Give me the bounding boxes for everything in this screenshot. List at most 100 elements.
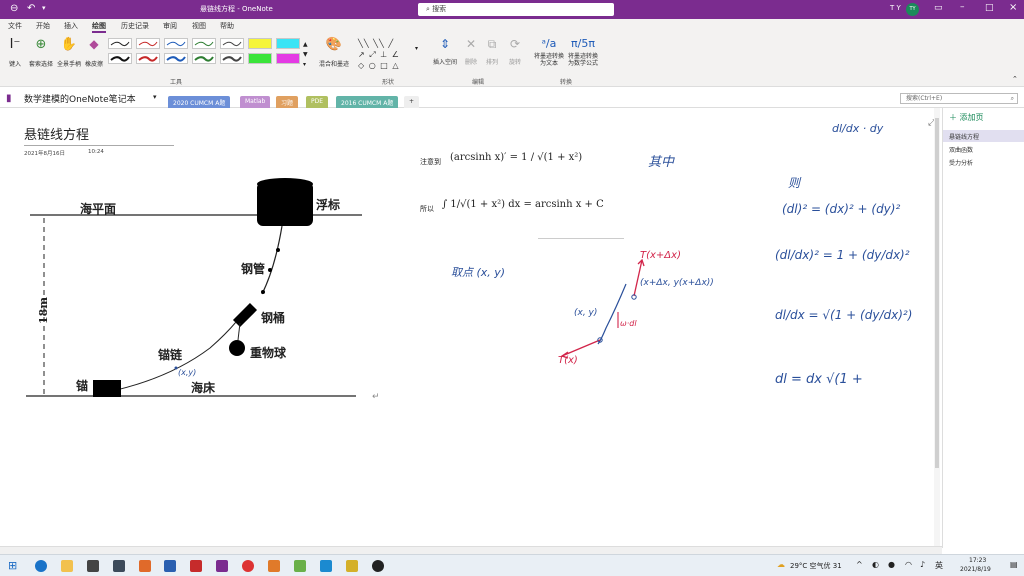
pens-scroll-up-icon[interactable]: ▲ — [303, 41, 308, 48]
ime-icon[interactable]: 英 — [935, 560, 943, 571]
minimize-icon[interactable]: – — [960, 2, 965, 12]
ribbon-display-icon[interactable]: ▭ — [934, 3, 943, 13]
page-item-hyperbolic[interactable]: 双曲函数 — [943, 143, 1024, 155]
ink-to-text-button[interactable]: ᵃ/a 将墨迹转换为文本 — [533, 37, 565, 73]
pen-red-2[interactable] — [136, 53, 160, 64]
ink-mix-button[interactable]: 🎨 混合和墨迹 — [314, 37, 354, 73]
weather-text[interactable]: 29°C 空气优 31 — [790, 561, 842, 571]
section-tab-matlab[interactable]: Matlab — [240, 96, 271, 108]
insert-space-button[interactable]: ⇕ 插入空间 — [430, 37, 460, 73]
start-icon[interactable]: ⊞ — [8, 559, 17, 572]
pen-black-2[interactable] — [220, 38, 244, 49]
page-canvas[interactable]: 悬链线方程 2021年8月16日 10:24 海平面 浮标 钢管 钢桶 重物球 … — [0, 108, 940, 548]
shapes-gallery[interactable]: ╲╲ ╲╲ ╱ ↗ ⤢ ⊥ ∠ ◇ ○ □ △ — [358, 38, 414, 72]
search-box[interactable]: ⌕ 搜索 — [418, 3, 614, 16]
notebook-dropdown-icon[interactable]: ▾ — [153, 93, 157, 101]
pen-black-3[interactable] — [108, 53, 132, 64]
app-icon[interactable] — [139, 560, 151, 572]
shapes-more-icon[interactable]: ▾ — [415, 45, 418, 52]
add-page-button[interactable]: ＋ 添加页 — [949, 112, 984, 123]
clock-date[interactable]: 2021/8/19 — [960, 566, 991, 573]
ink-point-upper[interactable]: (x+Δx, y(x+Δx)) — [640, 278, 714, 288]
ink-point-lower[interactable]: (x, y) — [574, 308, 597, 318]
ink-to-math-button[interactable]: π/5π 将墨迹转换为数学公式 — [566, 37, 600, 73]
undo-icon[interactable]: ↶ — [27, 3, 35, 14]
arrange-button[interactable]: ⧉ 排列 — [482, 37, 502, 73]
app-icon[interactable] — [113, 560, 125, 572]
app-icon[interactable] — [372, 560, 384, 572]
pen-green-2[interactable] — [192, 53, 216, 64]
ink-T-upper[interactable]: T(x+Δx) — [640, 250, 681, 261]
ink-wdl[interactable]: ω·dl — [620, 319, 637, 328]
file-explorer-icon[interactable] — [61, 560, 73, 572]
app-icon[interactable] — [242, 560, 254, 572]
matlab-icon[interactable] — [268, 560, 280, 572]
horizontal-scrollbar[interactable] — [0, 546, 942, 554]
type-tool[interactable]: I⁻ 键入 — [6, 37, 24, 71]
menu-insert[interactable]: 插入 — [64, 21, 78, 31]
page-item-force-analysis[interactable]: 受力分析 — [943, 156, 1024, 168]
user-name[interactable]: T Y — [890, 4, 901, 12]
ink-dl-dx-dy[interactable]: dl/dx · dy — [832, 122, 883, 135]
menu-help[interactable]: 帮助 — [220, 21, 234, 31]
pen-blue-1[interactable] — [164, 38, 188, 49]
lasso-tool[interactable]: ⊕ 套索选择 — [28, 37, 54, 71]
add-section-button[interactable]: + — [404, 96, 420, 108]
ink-equation-a[interactable]: (dl)² = (dx)² + (dy)² — [782, 202, 900, 216]
ink-equation-c[interactable]: dl/dx = √(1 + (dy/dx)²) — [775, 308, 912, 322]
menu-home[interactable]: 开始 — [36, 21, 50, 31]
ink-equation-b[interactable]: (dl/dx)² = 1 + (dy/dx)² — [775, 248, 910, 262]
clock-time[interactable]: 17:23 — [969, 557, 986, 564]
page-item-catenary[interactable]: 悬链线方程 — [943, 130, 1024, 142]
ink-qizhong[interactable]: 其中 — [648, 151, 674, 170]
tray-chevron-icon[interactable]: ^ — [856, 560, 863, 569]
pen-black-4[interactable] — [220, 53, 244, 64]
close-icon[interactable]: × — [1009, 2, 1017, 13]
menu-review[interactable]: 审阅 — [163, 21, 177, 31]
menu-file[interactable]: 文件 — [8, 21, 22, 31]
section-tab-exercises[interactable]: 习题 — [276, 96, 299, 108]
app-icon[interactable] — [346, 560, 358, 572]
notebook-name[interactable]: 数学建模的OneNote笔记本 — [24, 92, 136, 105]
highlighter-magenta[interactable] — [276, 53, 300, 64]
highlighter-yellow[interactable] — [248, 38, 272, 49]
notebook-icon[interactable]: ▮ — [6, 93, 12, 104]
maximize-icon[interactable]: □ — [985, 3, 994, 13]
eraser-tool[interactable]: ◆ 橡皮擦 — [83, 37, 105, 71]
pens-scroll-down-icon[interactable]: ▼ — [303, 51, 308, 58]
app-icon[interactable] — [320, 560, 332, 572]
quick-access-dropdown-icon[interactable]: ▾ — [42, 4, 46, 12]
pens-more-icon[interactable]: ▾ — [303, 61, 306, 68]
section-tab-pde[interactable]: PDE — [306, 96, 329, 108]
pen-red-1[interactable] — [136, 38, 160, 49]
menu-view[interactable]: 视图 — [192, 21, 206, 31]
highlighter-green[interactable] — [248, 53, 272, 64]
pen-green-1[interactable] — [192, 38, 216, 49]
volume-icon[interactable]: ♪ — [920, 560, 925, 569]
ink-then[interactable]: 则 — [788, 174, 800, 191]
ink-equation-d[interactable]: dl = dx √(1 + — [775, 372, 863, 387]
app-icon[interactable] — [190, 560, 202, 572]
word-icon[interactable] — [164, 560, 176, 572]
pan-tool[interactable]: ✋ 全景手柄 — [56, 37, 82, 71]
network-icon[interactable]: ◠ — [905, 560, 912, 569]
rotate-button[interactable]: ⟳ 旋转 — [505, 37, 525, 73]
erase-button[interactable]: ✕ 删除 — [462, 37, 480, 73]
notifications-icon[interactable]: ▤ — [1010, 560, 1018, 569]
tray-app-icon[interactable]: ● — [888, 560, 895, 569]
app-icon[interactable] — [87, 560, 99, 572]
onenote-icon[interactable] — [216, 560, 228, 572]
back-icon[interactable]: ⊖ — [10, 3, 18, 14]
menu-draw[interactable]: 绘图 — [92, 21, 106, 33]
section-tab-2016[interactable]: 2016 CUMCM A题 — [336, 96, 399, 108]
scroll-thumb[interactable] — [935, 118, 939, 468]
tray-app-icon[interactable]: ◐ — [872, 560, 879, 569]
ink-T-lower[interactable]: T(x) — [558, 355, 578, 366]
menu-history[interactable]: 历史记录 — [121, 21, 149, 31]
pen-black-1[interactable] — [108, 38, 132, 49]
app-icon[interactable] — [294, 560, 306, 572]
avatar[interactable]: TY — [906, 3, 919, 16]
edge-icon[interactable] — [35, 560, 47, 572]
ink-take-point[interactable]: 取点 (x, y) — [451, 264, 505, 280]
section-tab-2020[interactable]: 2020 CUMCM A题 — [168, 96, 231, 108]
